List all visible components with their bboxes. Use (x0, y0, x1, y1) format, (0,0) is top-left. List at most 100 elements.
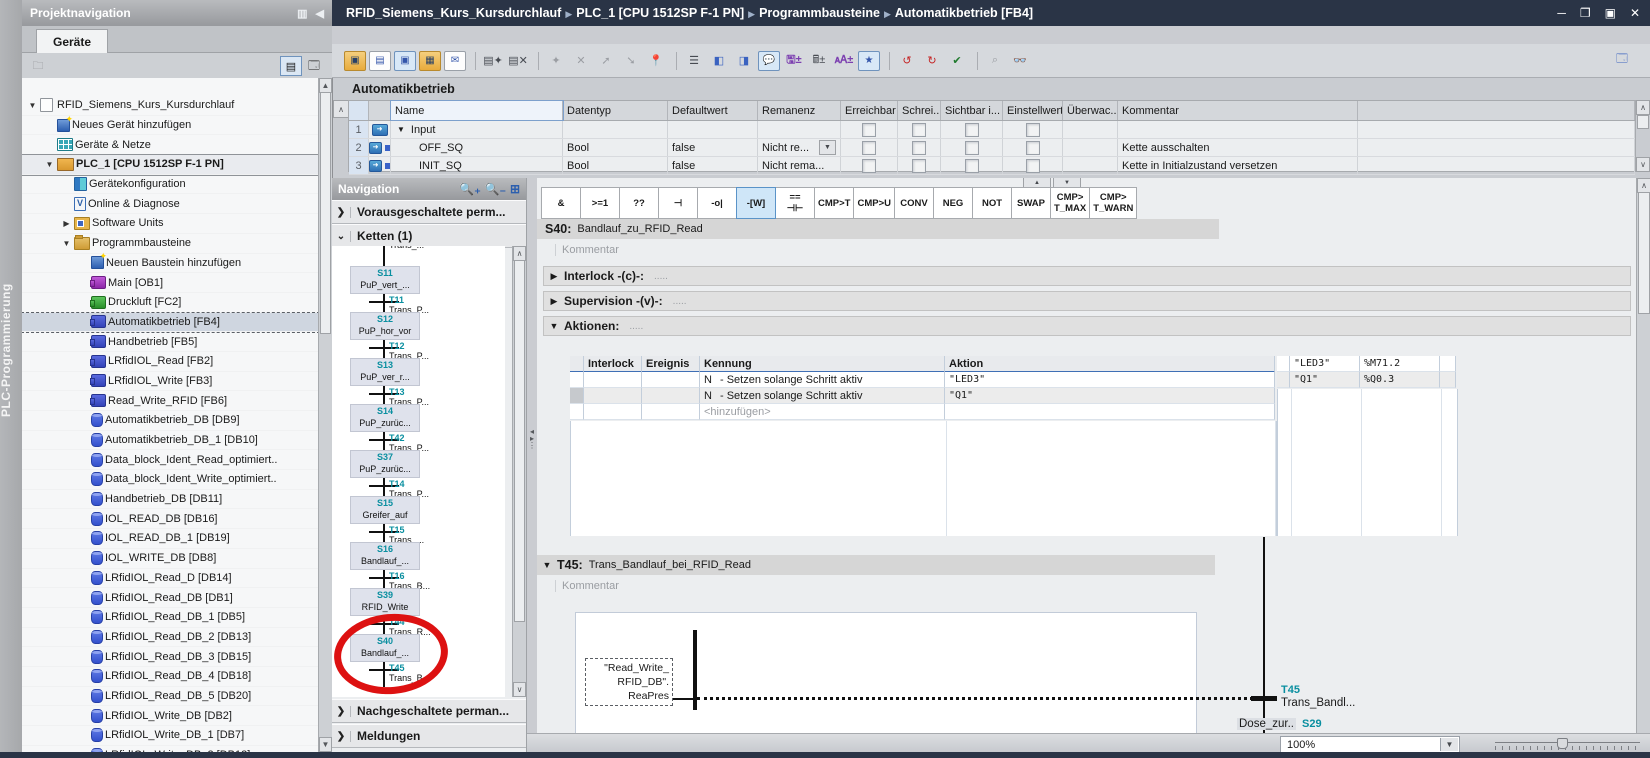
collapse-panel-icon[interactable]: ◀ (316, 7, 324, 20)
tree-item-software-units[interactable]: ▶Software Units (22, 214, 319, 234)
zoom-slider[interactable] (1495, 740, 1640, 750)
palette-1[interactable]: >=1 (580, 187, 620, 219)
auto-collapse-icon[interactable]: ▥ (297, 7, 307, 20)
chain-step-s12[interactable]: S12PuP_hor_vor (350, 312, 420, 340)
pin-icon[interactable]: 📍 (645, 51, 667, 71)
project-tree-scrollbar[interactable]: ▲ ▼ (318, 78, 332, 752)
name-cell[interactable]: ▼Input (391, 121, 563, 138)
tree-item-lrfidiol-read-db-5-db20[interactable]: LRfidIOL_Read_DB_5 [DB20] (22, 687, 319, 707)
open-element-icon[interactable]: 🗔 (304, 57, 324, 75)
tree-item-automatikbetrieb-db-1-db10[interactable]: Automatikbetrieb_DB_1 [DB10] (22, 431, 319, 451)
supervision-section[interactable]: ▶ Supervision -(v)-: ..... (543, 291, 1631, 311)
palette-swap[interactable]: SWAP (1011, 187, 1051, 219)
chain-step-s15[interactable]: S15Greifer_auf (350, 496, 420, 524)
scrollbar-thumb[interactable] (1638, 192, 1650, 314)
section-meldungen[interactable]: ❯ Meldungen (332, 724, 526, 748)
collapse-icon[interactable]: ▼ (43, 160, 56, 169)
collapse-icon[interactable]: ▼ (60, 239, 73, 248)
tree-item-lrfidiol-read-db-1-db5[interactable]: LRfidIOL_Read_DB_1 [DB5] (22, 608, 319, 628)
ereignis-cell[interactable] (642, 404, 700, 420)
scroll-up-icon[interactable]: ∧ (1636, 100, 1650, 115)
chain-step-s16[interactable]: S16Bandlauf_... (350, 542, 420, 570)
tree-item-handbetrieb-fb5[interactable]: Handbetrieb [FB5] (22, 332, 319, 352)
tree-item-druckluft-fc2[interactable]: Druckluft [FC2] (22, 293, 319, 313)
transition-label[interactable]: T45 Trans_Bandl... (1281, 684, 1355, 710)
accessible-checkbox[interactable] (862, 159, 876, 173)
editor-scrollbar[interactable]: ∧ ∨ (1636, 178, 1650, 752)
row-selector[interactable] (570, 372, 584, 388)
kennung-cell[interactable]: N- Setzen solange Schritt aktiv (700, 372, 945, 388)
monitor-icon[interactable]: 👓 (1009, 51, 1031, 71)
kennung-cell[interactable]: <hinzufügen> (700, 404, 945, 420)
retain-cell[interactable] (758, 121, 841, 138)
maximize-icon[interactable]: ▣ (1605, 6, 1616, 20)
next-step-reference[interactable]: Dose_zur..S29 (1237, 718, 1322, 730)
default-cell[interactable]: false (668, 157, 758, 174)
interlock-visibility-icon[interactable]: 🖫± (783, 51, 805, 71)
tree-item-lrfidiol-write-db-1-db7[interactable]: LRfidIOL_Write_DB_1 [DB7] (22, 726, 319, 746)
row-selector[interactable] (570, 404, 584, 420)
insert-transition-step-icon[interactable]: ▤ (369, 51, 391, 71)
tree-item-ger-tekonfiguration[interactable]: Gerätekonfiguration (22, 175, 319, 195)
step-comment-field[interactable]: Kommentar (555, 244, 619, 256)
default-cell[interactable] (668, 121, 758, 138)
accessible-checkbox[interactable] (862, 141, 876, 155)
palette-cmp-t-warn[interactable]: CMP> T_WARN (1089, 187, 1137, 219)
scroll-up-icon[interactable]: ∧ (513, 246, 526, 261)
comment-cell[interactable]: Kette ausschalten (1118, 139, 1358, 156)
consistency-check-icon[interactable]: ✔ (946, 51, 968, 71)
setpoint-checkbox[interactable] (1026, 159, 1040, 173)
close-branch-icon[interactable]: ✕ (570, 51, 592, 71)
writable-checkbox[interactable] (912, 159, 926, 173)
column-header-berwac[interactable]: Überwac.. (1063, 101, 1118, 120)
palette-not[interactable]: NOT (972, 187, 1012, 219)
collapse-icon[interactable]: ▼ (26, 101, 39, 110)
transition-comment-field[interactable]: Kommentar (555, 580, 619, 592)
retain-cell[interactable]: Nicht rema... (758, 157, 841, 174)
name-cell[interactable]: OFF_SQ (391, 139, 563, 156)
setpoint-checkbox[interactable] (1026, 141, 1040, 155)
zoom-select[interactable]: 100% ▼ (1280, 736, 1460, 753)
tree-item-plc-1-cpu-1512sp-f-1-pn[interactable]: ▼PLC_1 [CPU 1512SP F-1 PN] (22, 155, 319, 175)
operand-cell[interactable]: "LED3" (1290, 356, 1360, 372)
insert-jump-icon[interactable]: ▦ (419, 51, 441, 71)
tree-item-data-block-ident-write-optimiert[interactable]: Data_block_Ident_Write_optimiert.. (22, 470, 319, 490)
interlock-cell[interactable] (584, 404, 642, 420)
palette-cmp-t-max[interactable]: CMP> T_MAX (1050, 187, 1090, 219)
transition-header[interactable]: ▼ T45: Trans_Bandlauf_bei_RFID_Read (537, 555, 1215, 575)
scroll-down-icon[interactable]: ∨ (513, 682, 526, 697)
tree-item-iol-read-db-db16[interactable]: IOL_READ_DB [DB16] (22, 509, 319, 529)
writable-checkbox[interactable] (912, 123, 926, 137)
palette-w[interactable]: -[W] (736, 187, 776, 219)
address-cell[interactable]: %M71.2 (1360, 356, 1440, 372)
step-header[interactable]: S40: Bandlauf_zu_RFID_Read (537, 219, 1219, 239)
restore-icon[interactable]: ❐ (1580, 6, 1591, 20)
chain-step-s39[interactable]: S39RFID_Write (350, 588, 420, 616)
group-collapse-icon[interactable]: ▼ (397, 125, 405, 134)
chevron-down-icon[interactable]: ▼ (1440, 738, 1458, 751)
section-vorausgeschaltete[interactable]: ❯ Vorausgeschaltete perm... (332, 200, 526, 224)
split-view-icon[interactable]: ◧ (708, 51, 730, 71)
kennung-cell[interactable]: N- Setzen solange Schritt aktiv (700, 388, 945, 404)
interface-table-scrollbar[interactable]: ∧ ∨ (1636, 100, 1650, 172)
column-header-defaultwert[interactable]: Defaultwert (668, 101, 758, 120)
absolute-operands-icon[interactable]: ☰ (683, 51, 705, 71)
comments-toggle-icon[interactable]: 💬 (758, 51, 780, 71)
tree-item-ger-te-netze[interactable]: Geräte & Netze (22, 135, 319, 155)
palette-[interactable]: ?? (619, 187, 659, 219)
column-header-kommentar[interactable]: Kommentar (1118, 101, 1358, 120)
tree-item-lrfidiol-read-db-2-db13[interactable]: LRfidIOL_Read_DB_2 [DB13] (22, 628, 319, 648)
retain-cell[interactable]: Nicht re...▼ (758, 139, 841, 156)
tree-item-automatikbetrieb-db-db9[interactable]: Automatikbetrieb_DB [DB9] (22, 411, 319, 431)
list-view-icon[interactable]: ◨ (733, 51, 755, 71)
column-header-name[interactable]: Name (391, 101, 563, 120)
tree-item-iol-write-db-db8[interactable]: IOL_WRITE_DB [DB8] (22, 549, 319, 569)
interlock-cell[interactable] (584, 388, 642, 404)
column-header-sichtbar-i[interactable]: Sichtbar i... (941, 101, 1003, 120)
tree-item-handbetrieb-db-db11[interactable]: Handbetrieb_DB [DB11] (22, 490, 319, 510)
scroll-down-icon[interactable]: ∨ (1636, 157, 1650, 172)
tree-item-lrfidiol-read-d-db14[interactable]: LRfidIOL_Read_D [DB14] (22, 569, 319, 589)
tree-item-lrfidiol-read-db-3-db15[interactable]: LRfidIOL_Read_DB_3 [DB15] (22, 647, 319, 667)
scrollbar-thumb[interactable] (320, 92, 331, 334)
expand-icon[interactable]: ❯ (332, 731, 351, 742)
